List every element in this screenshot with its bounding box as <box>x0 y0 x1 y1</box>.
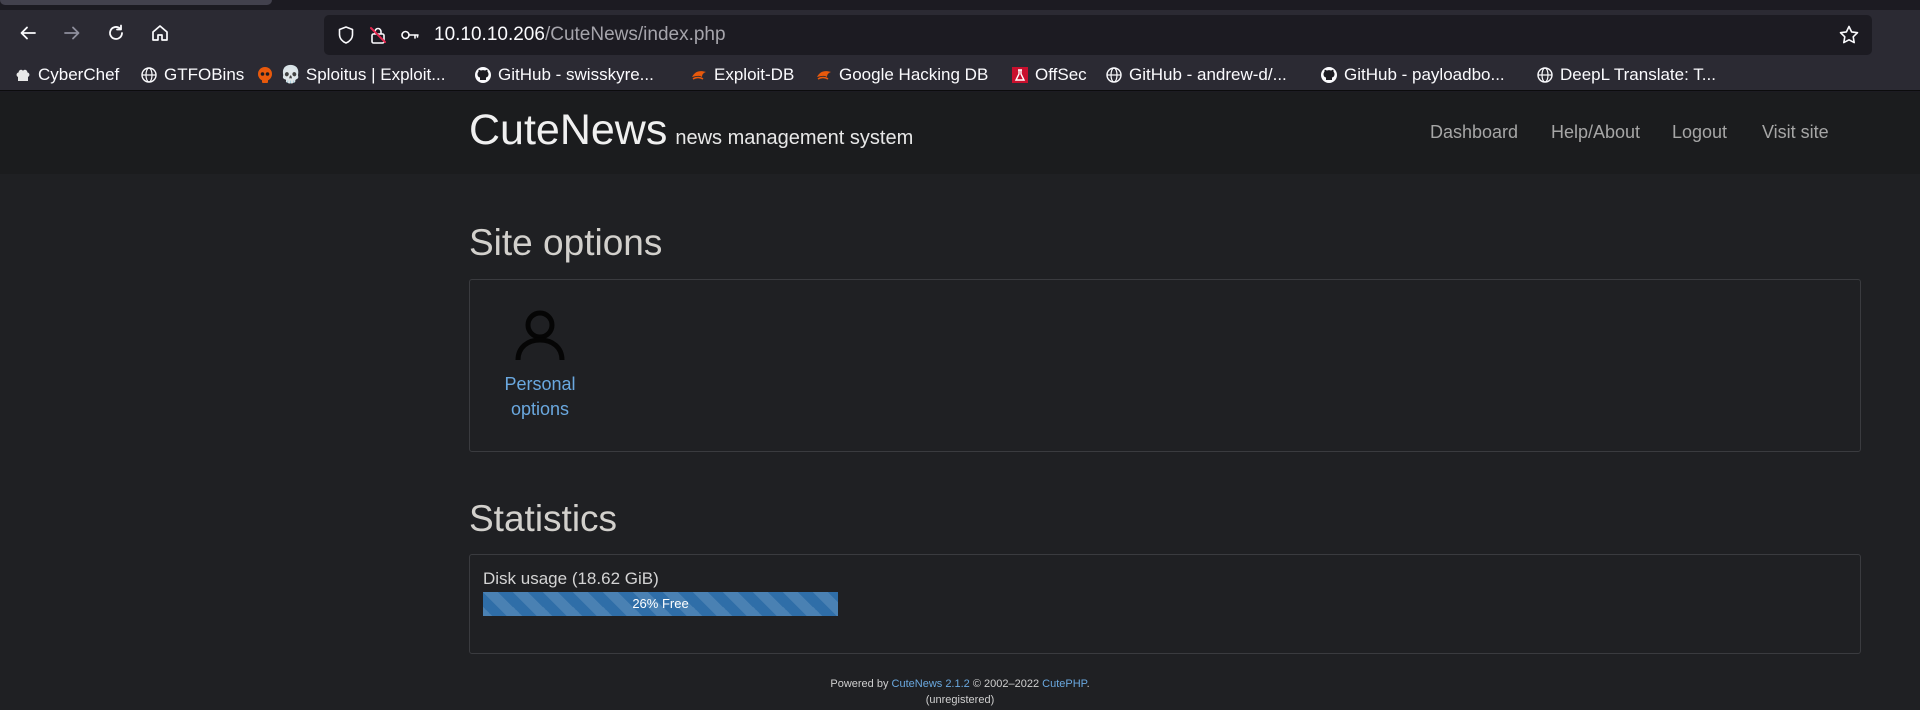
disk-usage-label: Disk usage (18.62 GiB) <box>483 569 659 588</box>
insecure-lock-icon[interactable] <box>368 25 388 45</box>
bookmark-star-icon[interactable] <box>1838 24 1860 46</box>
bookmark-sploitus[interactable]: 💀 Sploitus | Exploit... <box>256 63 445 87</box>
globe-icon <box>140 66 158 84</box>
bookmark-label: Exploit-DB <box>714 65 795 84</box>
arrow-left-icon <box>20 26 36 40</box>
bookmark-exploit-db[interactable]: Exploit-DB <box>690 63 794 87</box>
navigation-toolbar: 10.10.10.206/CuteNews/index.php <box>0 10 1920 59</box>
bookmark-label: OffSec <box>1035 65 1087 84</box>
bookmark-google-hacking-db[interactable]: Google Hacking DB <box>815 63 988 87</box>
url-host: 10.10.10.206 <box>434 24 545 45</box>
statistics-title: Statistics <box>469 498 618 539</box>
bookmark-github-payloadbox[interactable]: GitHub - payloadbo... <box>1320 63 1505 87</box>
brand-subtitle: news management system <box>675 127 914 149</box>
footer-period: . <box>1086 678 1090 690</box>
disk-free-progress-bar: 26% Free <box>483 592 838 616</box>
arrow-right-icon <box>64 26 80 40</box>
bookmarks-toolbar: CyberChef GTFOBins 💀 Sploitus | Exploit.… <box>0 59 1920 91</box>
bookmark-gtfobins[interactable]: GTFOBins <box>140 63 244 87</box>
brand-name: CuteNews <box>469 106 668 154</box>
active-tab-edge[interactable] <box>0 0 272 5</box>
tab-strip <box>0 0 1920 10</box>
bookmark-label: GitHub - payloadbo... <box>1344 65 1505 84</box>
bookmark-deepl[interactable]: DeepL Translate: T... <box>1536 63 1716 87</box>
github-icon <box>1320 66 1338 84</box>
bookmark-label: DeepL Translate: T... <box>1560 65 1716 84</box>
exploit-db-icon <box>690 66 708 84</box>
shield-icon[interactable] <box>336 25 356 45</box>
skull-icon <box>256 66 274 84</box>
brand[interactable]: CuteNews news management system <box>469 106 913 155</box>
site-header: CuteNews news management system Dashboard… <box>0 92 1920 174</box>
site-options-title: Site options <box>469 222 663 263</box>
user-icon <box>515 310 565 361</box>
bookmark-label: GitHub - andrew-d/... <box>1129 65 1287 84</box>
globe-icon <box>1105 66 1123 84</box>
page-content: CuteNews news management system Dashboard… <box>0 92 1920 710</box>
nav-visit-site[interactable]: Visit site <box>1762 122 1829 143</box>
footer-copyright: © 2002–2022 <box>972 678 1040 690</box>
exploit-db-icon <box>815 66 833 84</box>
bookmark-label: Google Hacking DB <box>839 65 989 84</box>
key-icon[interactable] <box>400 25 420 45</box>
bookmark-label: CyberChef <box>38 65 120 84</box>
github-icon <box>474 66 492 84</box>
url-text[interactable]: 10.10.10.206/CuteNews/index.php <box>434 24 726 46</box>
nav-help-about[interactable]: Help/About <box>1551 122 1640 143</box>
bookmark-label: 💀 Sploitus | Exploit... <box>280 65 446 84</box>
url-path: /CuteNews/index.php <box>544 24 726 45</box>
back-button[interactable] <box>10 15 46 51</box>
nav-logout[interactable]: Logout <box>1672 122 1727 143</box>
forward-button[interactable] <box>54 15 90 51</box>
reload-icon <box>109 24 123 40</box>
bookmark-label: GTFOBins <box>164 65 245 84</box>
personal-options-link[interactable]: Personal options <box>490 306 590 422</box>
home-button[interactable] <box>142 15 178 51</box>
progress-text: 26% Free <box>632 596 689 611</box>
bookmark-github-andrew-d[interactable]: GitHub - andrew-d/... <box>1105 63 1287 87</box>
statistics-panel: Disk usage (18.62 GiB) 26% Free <box>469 554 1861 654</box>
bookmark-github-swisskyrepo[interactable]: GitHub - swisskyre... <box>474 63 654 87</box>
chef-hat-icon <box>14 66 32 84</box>
bookmark-cyberchef[interactable]: CyberChef <box>14 63 119 87</box>
footer-unregistered: (unregistered) <box>925 694 995 706</box>
globe-icon <box>1536 66 1554 84</box>
personal-options-label-1: Personal <box>504 374 576 394</box>
address-bar[interactable]: 10.10.10.206/CuteNews/index.php <box>324 15 1872 55</box>
nav-dashboard[interactable]: Dashboard <box>1430 122 1518 143</box>
footer: Powered by CuteNews 2.1.2 © 2002–2022 Cu… <box>0 676 1920 708</box>
home-icon <box>152 25 168 41</box>
site-options-panel: Personal options <box>469 279 1861 452</box>
footer-cutenews-link[interactable]: CuteNews 2.1.2 <box>892 678 970 690</box>
footer-cutephp-link[interactable]: CutePHP <box>1042 678 1086 690</box>
bookmark-label: GitHub - swisskyre... <box>498 65 654 84</box>
offsec-icon <box>1011 66 1029 84</box>
footer-powered-by: Powered by <box>830 678 889 690</box>
reload-button[interactable] <box>98 15 134 51</box>
bookmark-offsec[interactable]: OffSec <box>1011 63 1087 87</box>
personal-options-label-2: options <box>510 399 570 419</box>
